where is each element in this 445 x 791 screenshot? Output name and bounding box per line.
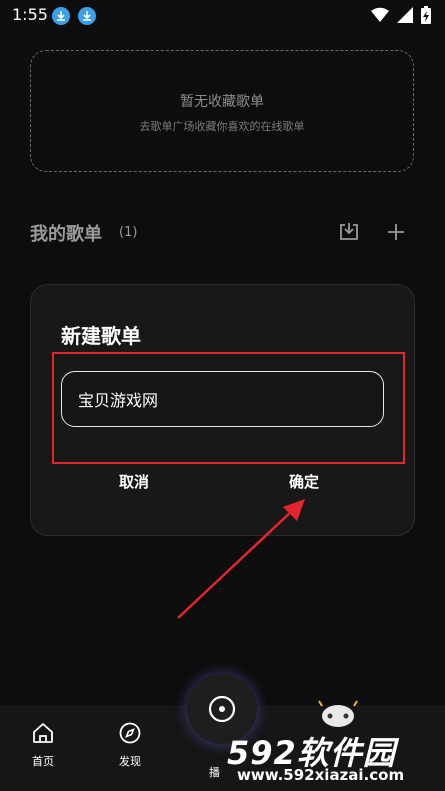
favorites-empty-title: 暂无收藏歌单: [180, 94, 264, 110]
nav-play-label: 播: [209, 766, 220, 779]
nav-home-label: 首页: [32, 755, 54, 768]
my-playlists-count: (1): [119, 225, 138, 240]
download-icon: [78, 7, 96, 25]
status-time: 1:55: [12, 5, 48, 24]
plus-icon: [388, 224, 404, 240]
favorites-empty-card: 暂无收藏歌单 去歌单广场收藏你喜欢的在线歌单: [30, 50, 414, 172]
my-playlists-title: 我的歌单: [30, 224, 102, 245]
wifi-icon: [371, 7, 389, 23]
signal-icon: [397, 7, 413, 23]
compass-icon: [119, 722, 141, 744]
new-playlist-dialog: 新建歌单 取消 确定: [30, 284, 415, 536]
gamepad-mascot-icon: [318, 700, 358, 727]
download-icon: [52, 7, 70, 25]
dialog-title: 新建歌单: [61, 324, 141, 348]
nav-discover-label: 发现: [119, 755, 141, 768]
add-playlist-button[interactable]: [384, 220, 408, 244]
battery-charging-icon: [421, 6, 431, 24]
nav-home[interactable]: 首页: [21, 721, 65, 769]
import-playlist-button[interactable]: [337, 220, 361, 244]
cancel-button[interactable]: 取消: [119, 471, 149, 492]
import-icon: [340, 223, 358, 240]
home-icon: [33, 723, 53, 743]
nav-discover[interactable]: 发现: [108, 721, 152, 769]
watermark-url: www.592xiazai.com: [237, 766, 405, 784]
confirm-button[interactable]: 确定: [289, 471, 319, 492]
playlist-name-input[interactable]: [61, 371, 384, 427]
favorites-empty-subtitle: 去歌单广场收藏你喜欢的在线歌单: [139, 120, 305, 133]
status-bar: 1:55: [0, 0, 445, 30]
